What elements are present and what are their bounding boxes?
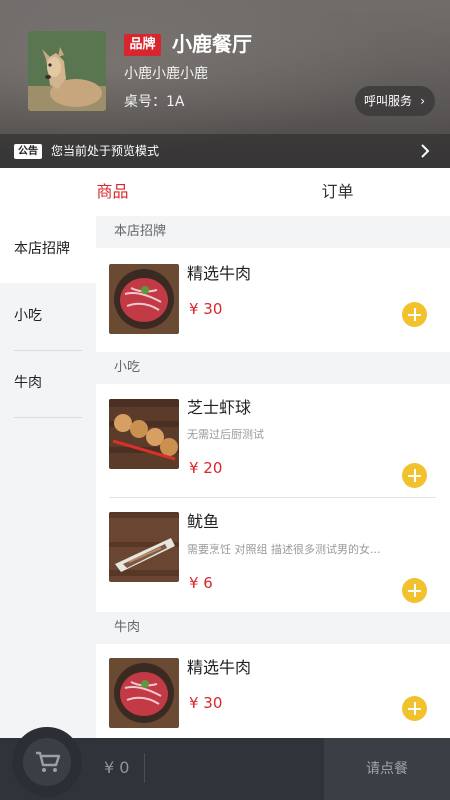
add-to-cart-button[interactable] (402, 302, 427, 327)
beef-icon (109, 264, 179, 334)
product-item[interactable]: 精选牛肉 ¥ 30 (96, 644, 450, 738)
product-price: ¥ 30 (189, 694, 223, 712)
notice-bar[interactable]: 公告 您当前处于预览模式 (0, 134, 450, 168)
shrimp-ball-icon (109, 399, 179, 469)
product-price: ¥ 6 (189, 574, 213, 592)
table-number: 桌号：1A (124, 94, 185, 110)
checkout-button[interactable]: 请点餐 (324, 738, 450, 800)
category-item-snacks[interactable]: 小吃 (0, 283, 96, 350)
chevron-right-icon: › (420, 94, 425, 108)
cart-divider (144, 753, 145, 783)
shop-name: 小鹿餐厅 (172, 32, 252, 56)
product-item[interactable]: 鱿鱼 需要烹饪 对照组 描述很多测试男的女... ¥ 6 (96, 498, 450, 612)
category-divider (14, 417, 82, 418)
add-to-cart-button[interactable] (402, 578, 427, 603)
product-price: ¥ 30 (189, 300, 223, 318)
product-list[interactable]: 本店招牌 精选牛肉 ¥ 30 小吃 芝士虾球 无需过后厨测试 ¥ 20 鱿鱼 需… (96, 216, 450, 738)
shop-avatar (28, 31, 106, 111)
section-header: 小吃 (96, 352, 450, 384)
shopping-cart-icon (36, 751, 61, 772)
product-name: 芝士虾球 (187, 398, 252, 417)
chevron-right-icon (421, 144, 430, 158)
call-service-label: 呼叫服务 (364, 94, 413, 108)
shop-subtitle: 小鹿小鹿小鹿 (124, 66, 208, 82)
call-service-button[interactable]: 呼叫服务 › (355, 86, 435, 116)
section-header: 牛肉 (96, 612, 450, 644)
add-to-cart-button[interactable] (402, 463, 427, 488)
notice-text: 您当前处于预览模式 (51, 144, 160, 158)
tab-bar: 商品 订单 (0, 168, 450, 216)
cart-icon-circle (23, 738, 71, 786)
tab-orders[interactable]: 订单 (225, 168, 450, 216)
cart-button[interactable] (12, 727, 82, 797)
product-name: 精选牛肉 (187, 658, 252, 677)
add-to-cart-button[interactable] (402, 696, 427, 721)
product-name: 鱿鱼 (187, 512, 220, 531)
notice-tag: 公告 (14, 144, 42, 159)
beef-icon (109, 658, 179, 728)
product-item[interactable]: 芝士虾球 无需过后厨测试 ¥ 20 (96, 384, 450, 497)
product-description: 无需过后厨测试 (187, 428, 264, 441)
category-item-beef[interactable]: 牛肉 (0, 350, 96, 417)
tab-goods[interactable]: 商品 (0, 168, 225, 216)
product-name: 精选牛肉 (187, 264, 252, 283)
brand-badge: 品牌 (124, 34, 161, 56)
category-sidebar: 本店招牌 小吃 牛肉 (0, 216, 96, 738)
shop-header: 品牌 小鹿餐厅 小鹿小鹿小鹿 桌号：1A 呼叫服务 › 公告 您当前处于预览模式 (0, 0, 450, 168)
category-item-signature[interactable]: 本店招牌 (0, 216, 96, 283)
product-price: ¥ 20 (189, 459, 223, 477)
section-header: 本店招牌 (96, 216, 450, 248)
product-item[interactable]: 精选牛肉 ¥ 30 (96, 248, 450, 352)
deer-image (28, 31, 106, 111)
squid-icon (109, 512, 179, 582)
product-description: 需要烹饪 对照组 描述很多测试男的女... (187, 543, 381, 556)
cart-total: ¥ 0 (104, 758, 130, 777)
